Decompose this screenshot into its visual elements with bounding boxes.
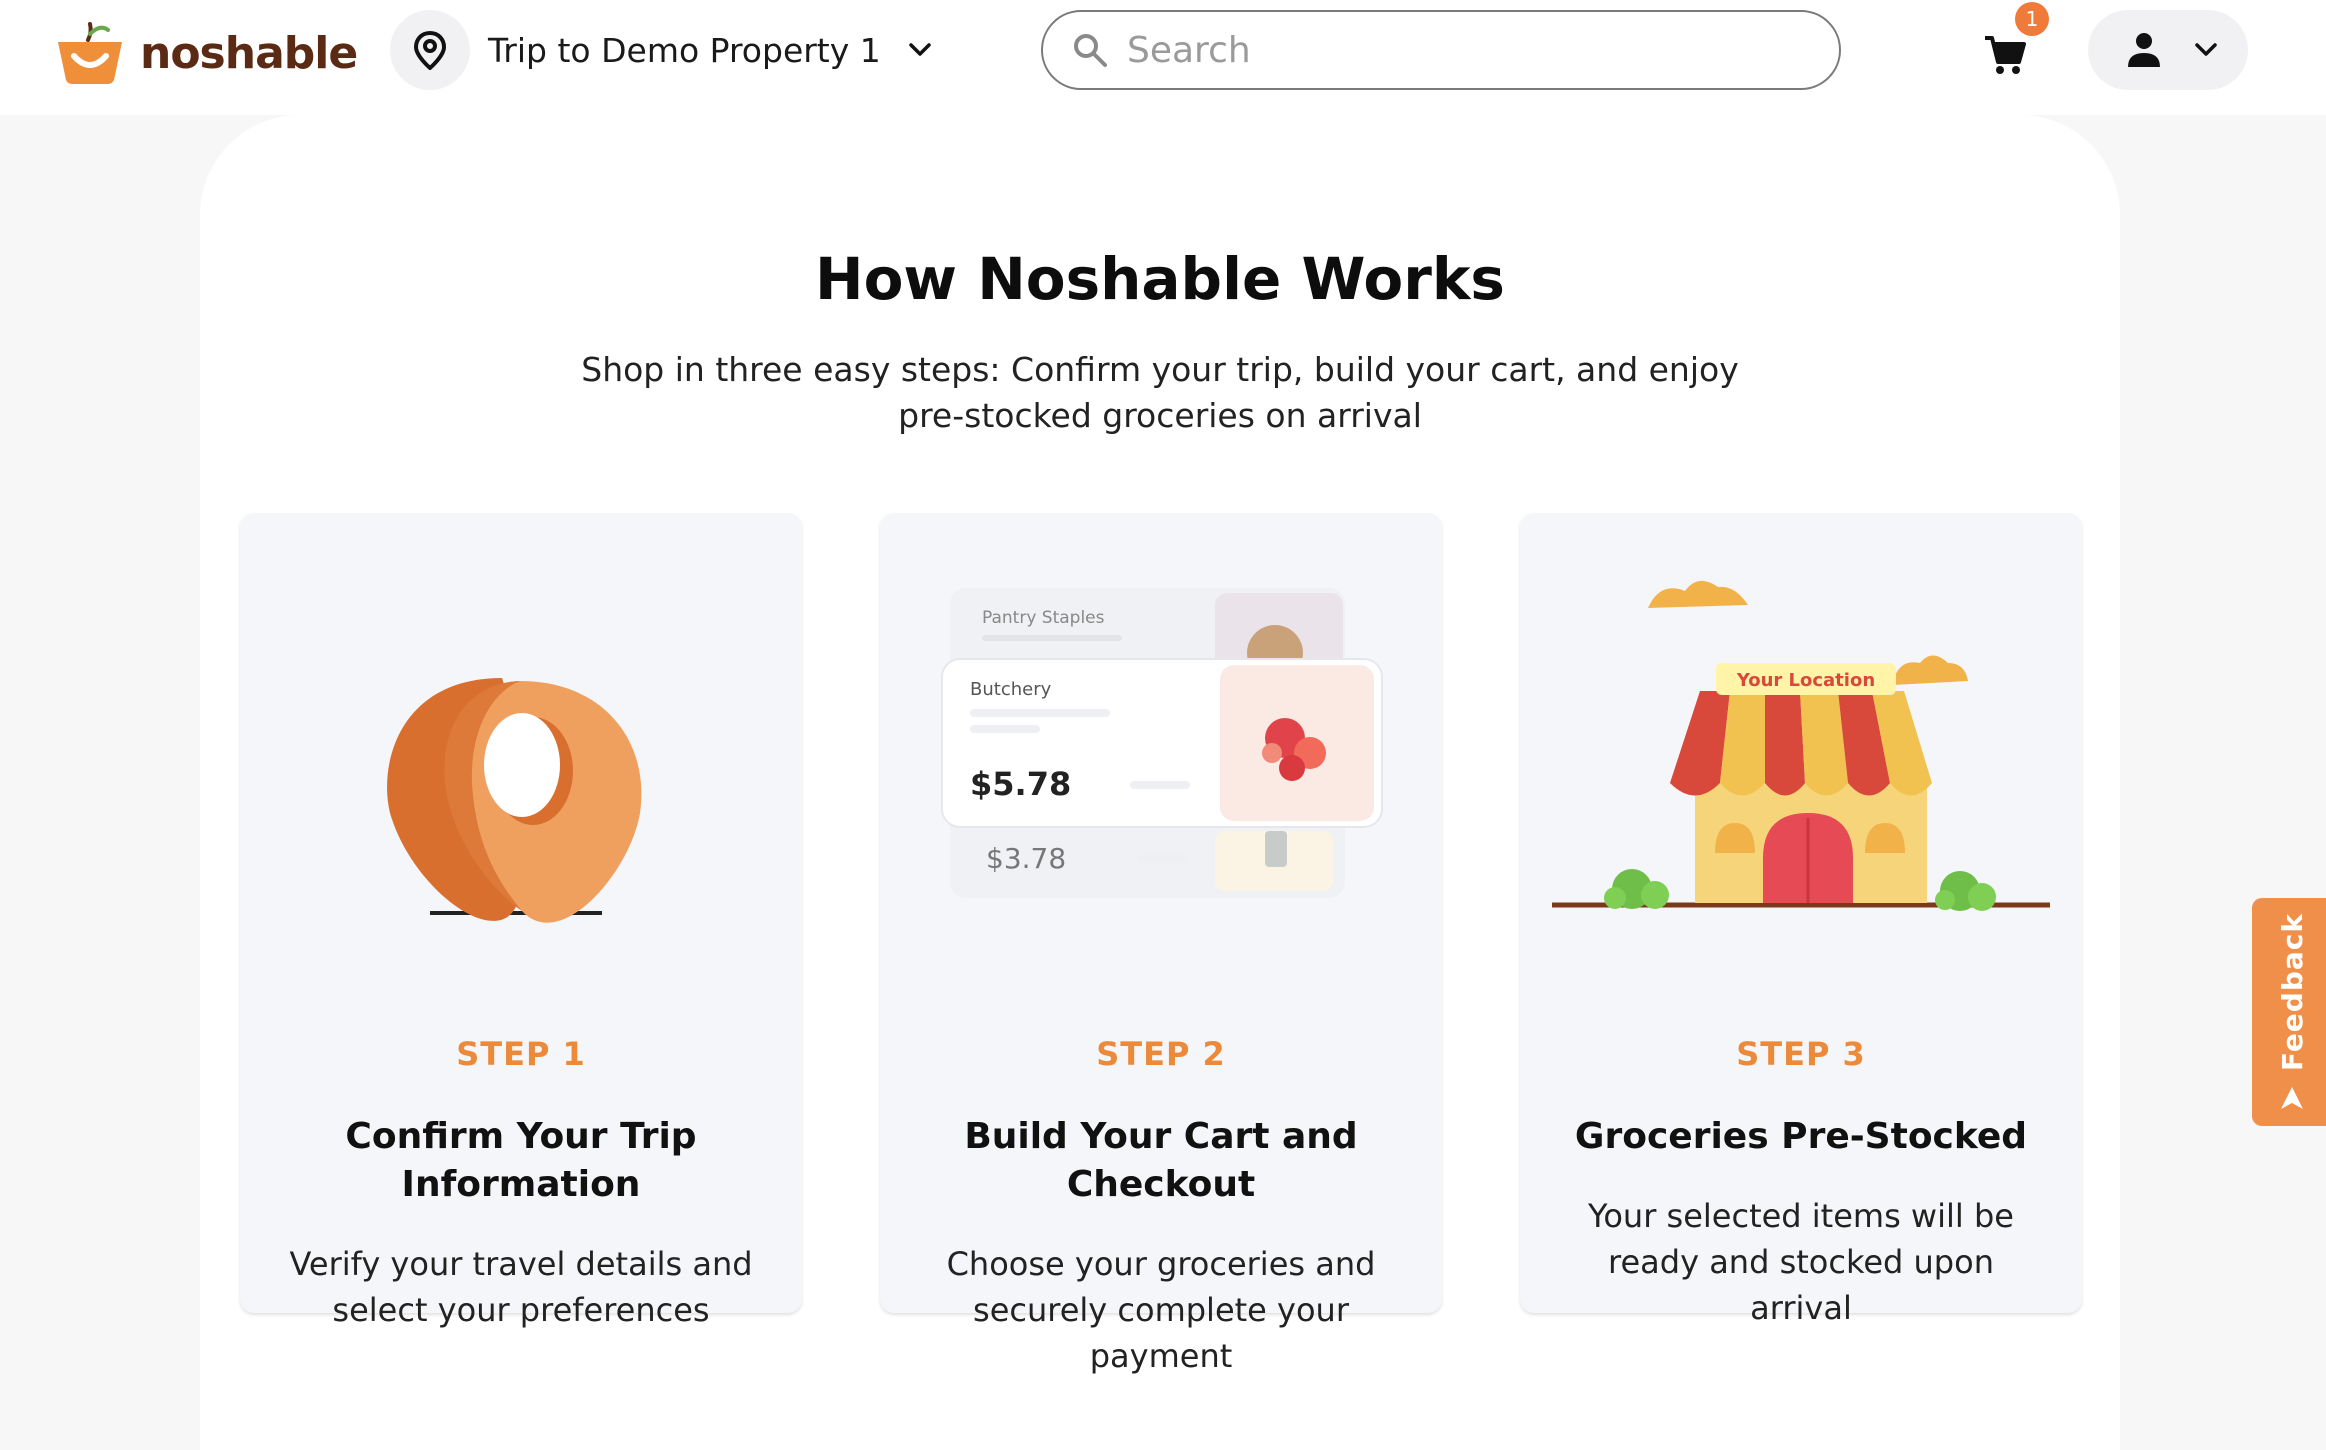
feedback-tab[interactable]: Feedback xyxy=(2252,898,2326,1126)
map-pin-illustration xyxy=(387,678,642,923)
search-icon xyxy=(1074,34,1107,67)
cart-count-badge: 1 xyxy=(2015,2,2049,36)
second-item-price: $3.78 xyxy=(986,842,1066,875)
butchery-price: $5.78 xyxy=(970,765,1071,803)
step-description: Verify your travel details and select yo… xyxy=(289,1245,753,1329)
store-illustration: Your Location xyxy=(1552,580,2050,911)
step-title: Groceries Pre-Stocked xyxy=(1574,1116,2028,1157)
section-subtitle: Shop in three easy steps: Confirm your t… xyxy=(581,350,1739,435)
step-label: STEP 1 xyxy=(456,1035,586,1073)
step-card-3: Your Location STEP 3 Groceries Pre-Stock… xyxy=(1520,513,2082,1327)
how-it-works-section: How Noshable Works Shop in three easy st… xyxy=(200,115,2120,1450)
top-header: noshable Trip to Demo Property 1 1 xyxy=(0,0,2326,115)
noshable-logo[interactable]: noshable xyxy=(54,18,358,88)
step-description: Choose your groceries and securely compl… xyxy=(946,1245,1376,1375)
logo-text: noshable xyxy=(140,27,358,79)
feedback-label: Feedback xyxy=(2275,912,2309,1072)
pantry-staples-label: Pantry Staples xyxy=(982,608,1105,628)
user-icon xyxy=(2128,33,2160,67)
search-bar[interactable] xyxy=(1041,10,1841,90)
trip-selector[interactable]: Trip to Demo Property 1 xyxy=(390,10,937,90)
step-card-1: STEP 1 Confirm Your Trip Information Ver… xyxy=(240,513,802,1329)
account-menu-button[interactable] xyxy=(2088,10,2248,90)
send-arrow-icon xyxy=(2281,1087,2303,1110)
step-description: Your selected items will be ready and st… xyxy=(1588,1197,2014,1327)
section-title: How Noshable Works xyxy=(815,245,1505,313)
step-card-2: Pantry Staples Butchery $5.78 $3.78 STEP… xyxy=(880,513,1442,1375)
chevron-down-icon xyxy=(909,43,931,56)
basket-logo-icon xyxy=(58,22,122,84)
location-pin-icon xyxy=(390,10,470,90)
butchery-label: Butchery xyxy=(970,679,1052,700)
step-title: Build Your Cart and Checkout xyxy=(964,1116,1358,1205)
your-location-sign: Your Location xyxy=(1736,670,1875,691)
search-input[interactable] xyxy=(1127,29,1807,71)
step-label: STEP 3 xyxy=(1736,1035,1866,1073)
step-label: STEP 2 xyxy=(1096,1035,1226,1073)
chevron-down-icon xyxy=(2195,43,2217,56)
shopping-cart-icon xyxy=(1985,36,2026,74)
grocery-cart-illustration: Pantry Staples Butchery $5.78 $3.78 xyxy=(941,588,1383,898)
trip-label: Trip to Demo Property 1 xyxy=(488,30,881,70)
step-title: Confirm Your Trip Information xyxy=(345,1116,697,1205)
